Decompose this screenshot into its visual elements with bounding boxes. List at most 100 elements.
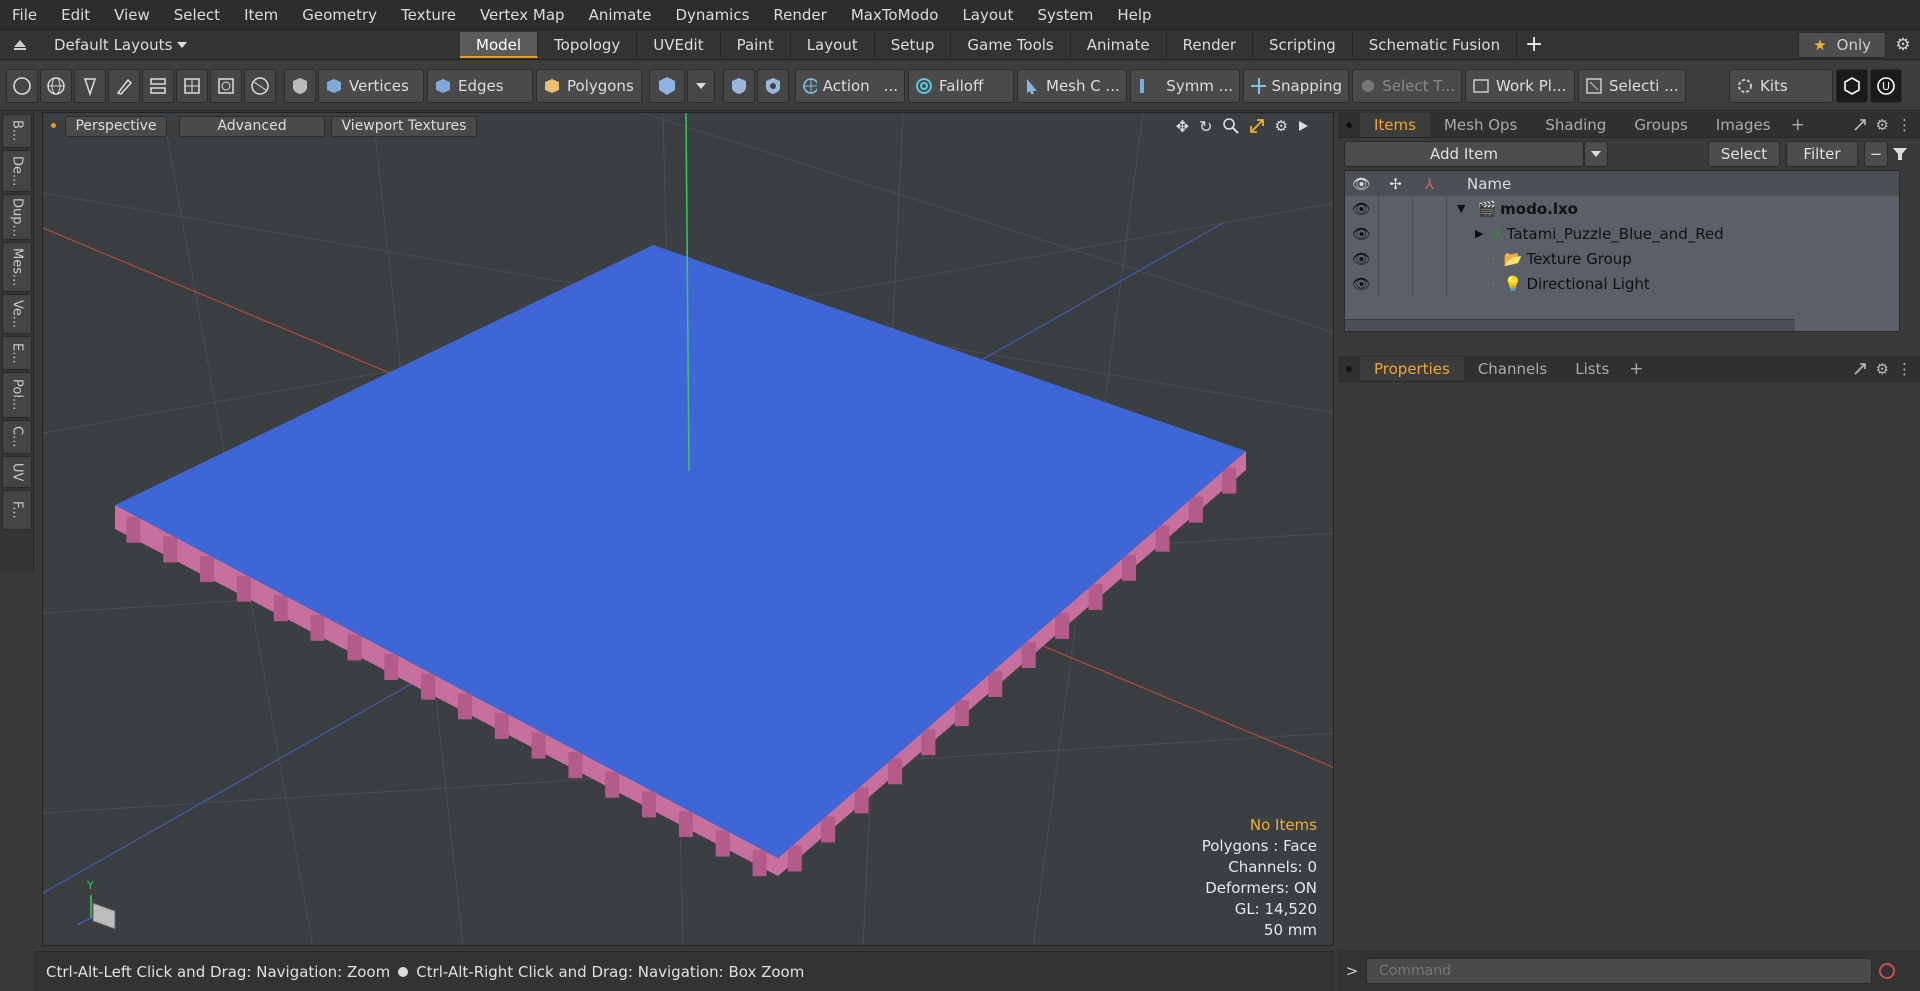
eye-icon[interactable]: 👁 <box>1345 271 1379 296</box>
falloff-button[interactable]: Falloff <box>908 68 1014 103</box>
list-item[interactable]: 👁 · 📂 Texture Group <box>1345 246 1899 271</box>
panel-settings-icon[interactable]: ⚙ <box>1876 116 1889 134</box>
expand-arrow-icon[interactable]: ▼ <box>1457 202 1465 215</box>
left-tab-mesh-edit[interactable]: Mes... <box>2 242 32 292</box>
menu-file[interactable]: File <box>0 0 49 30</box>
list-scrollbar[interactable] <box>1345 319 1795 331</box>
menu-vertex-map[interactable]: Vertex Map <box>468 0 577 30</box>
unreal-icon[interactable]: U <box>1870 68 1902 103</box>
selection-sets-button[interactable]: Selecti ... <box>1578 68 1686 103</box>
vertices-button[interactable]: Vertices <box>318 68 424 103</box>
unity-icon[interactable] <box>1836 68 1868 103</box>
maximize-view-icon[interactable] <box>1248 117 1266 135</box>
add-item-button[interactable]: Add Item <box>1344 141 1584 167</box>
bridge-icon[interactable] <box>142 68 174 103</box>
mesh-constraint-button[interactable]: Mesh C ... <box>1017 68 1127 103</box>
tab-model[interactable]: Model <box>460 31 539 58</box>
kits-button[interactable]: Kits <box>1729 68 1833 103</box>
tab-scripting[interactable]: Scripting <box>1253 31 1353 58</box>
lock-header-icon[interactable]: ✢ <box>1379 171 1413 196</box>
command-input[interactable] <box>1366 958 1872 984</box>
list-item[interactable]: 👁 ▼ 🎬 modo.lxo <box>1345 196 1899 221</box>
rotate-view-icon[interactable]: ↻ <box>1199 117 1212 136</box>
vertex-tool-icon[interactable] <box>74 68 106 103</box>
tab-uvedit[interactable]: UVEdit <box>637 31 721 58</box>
tab-animate[interactable]: Animate <box>1071 31 1167 58</box>
tab-items[interactable]: Items <box>1360 112 1430 137</box>
collapse-icon[interactable] <box>0 30 40 60</box>
gear-icon[interactable]: ⚙ <box>1886 35 1920 55</box>
shield-icon[interactable] <box>284 68 316 103</box>
left-tab-uv[interactable]: UV <box>2 456 32 488</box>
menu-system[interactable]: System <box>1025 0 1105 30</box>
layout-preset-dropdown[interactable]: Default Layouts <box>40 30 460 60</box>
eye-icon[interactable]: 👁 <box>1345 221 1379 246</box>
tab-game-tools[interactable]: Game Tools <box>951 31 1071 58</box>
filter-funnel-icon[interactable] <box>1888 146 1912 162</box>
collapse-list-icon[interactable]: − <box>1864 141 1888 167</box>
select-button[interactable]: Select <box>1708 141 1780 167</box>
work-plane-button[interactable]: Work Pl... <box>1465 68 1575 103</box>
left-tab-polygon[interactable]: Pol... <box>2 372 32 418</box>
symmetry-button[interactable]: Symm ... <box>1130 68 1240 103</box>
tab-mesh-ops[interactable]: Mesh Ops <box>1430 113 1531 137</box>
panel-menu-dot[interactable] <box>1338 121 1360 128</box>
left-tab-fusion[interactable]: F... <box>2 490 32 530</box>
eye-icon[interactable]: 👁 <box>1345 246 1379 271</box>
tab-images[interactable]: Images <box>1702 113 1785 137</box>
menu-layout[interactable]: Layout <box>950 0 1025 30</box>
viewport-settings-icon[interactable]: ⚙ <box>1275 117 1288 135</box>
move-view-icon[interactable]: ✥ <box>1176 117 1189 136</box>
viewport-menu-dot[interactable] <box>51 123 56 128</box>
add-item-dropdown[interactable] <box>1584 141 1608 167</box>
tab-topology[interactable]: Topology <box>538 31 638 58</box>
zoom-view-icon[interactable] <box>1222 117 1240 135</box>
circle-select-icon[interactable] <box>6 68 38 103</box>
list-item[interactable]: 👁 · 💡 Directional Light <box>1345 271 1899 296</box>
panel-menu-icon[interactable]: ⋮ <box>1897 360 1912 378</box>
tab-channels[interactable]: Channels <box>1464 357 1561 381</box>
snapping-button[interactable]: Snapping <box>1243 68 1349 103</box>
left-tab-edge[interactable]: E... <box>2 336 32 370</box>
edges-button[interactable]: Edges <box>427 68 533 103</box>
grid-icon[interactable] <box>176 68 208 103</box>
only-toggle[interactable]: ★ Only <box>1798 31 1886 58</box>
menu-animate[interactable]: Animate <box>577 0 664 30</box>
menu-texture[interactable]: Texture <box>389 0 468 30</box>
menu-edit[interactable]: Edit <box>49 0 102 30</box>
pivot-shield-icon[interactable] <box>757 68 789 103</box>
list-item[interactable]: 👁 ▶ ⅄ Tatami_Puzzle_Blue_and_Red <box>1345 221 1899 246</box>
viewport-scene[interactable] <box>43 113 1334 946</box>
menu-help[interactable]: Help <box>1105 0 1163 30</box>
add-panel-tab-icon[interactable]: + <box>1623 359 1649 379</box>
item-mode-icon[interactable] <box>649 68 685 103</box>
view-mode-button[interactable]: Perspective <box>65 116 167 137</box>
tab-setup[interactable]: Setup <box>875 31 952 58</box>
maximize-panel-icon[interactable] <box>1852 117 1868 133</box>
play-icon[interactable] <box>1297 119 1309 133</box>
name-header[interactable]: Name <box>1447 175 1511 193</box>
polygons-button[interactable]: Polygons <box>536 68 642 103</box>
tab-groups[interactable]: Groups <box>1620 113 1701 137</box>
menu-geometry[interactable]: Geometry <box>290 0 389 30</box>
add-tab-icon[interactable]: + <box>1517 32 1551 57</box>
menu-dynamics[interactable]: Dynamics <box>663 0 761 30</box>
menu-view[interactable]: View <box>102 0 162 30</box>
maximize-panel-icon[interactable] <box>1852 361 1868 377</box>
menu-item[interactable]: Item <box>232 0 290 30</box>
panel-menu-dot[interactable] <box>1338 365 1360 372</box>
action-center-button[interactable]: Action ... <box>795 68 905 103</box>
3d-viewport[interactable]: Y Perspective Advanced Viewport Textures… <box>42 112 1334 946</box>
left-tab-basic[interactable]: B... <box>2 114 32 148</box>
menu-render[interactable]: Render <box>761 0 838 30</box>
filter-button[interactable]: Filter <box>1786 141 1858 167</box>
expand-arrow-icon[interactable]: ▶ <box>1475 227 1483 240</box>
select-through-button[interactable]: Select T... <box>1352 68 1462 103</box>
shading-mode-button[interactable]: Advanced <box>179 116 325 137</box>
tab-schematic-fusion[interactable]: Schematic Fusion <box>1353 31 1518 58</box>
tab-properties[interactable]: Properties <box>1360 356 1464 381</box>
pen-icon[interactable] <box>108 68 140 103</box>
tab-paint[interactable]: Paint <box>721 31 791 58</box>
eye-icon[interactable]: 👁 <box>1345 196 1379 221</box>
add-panel-tab-icon[interactable]: + <box>1785 115 1811 135</box>
